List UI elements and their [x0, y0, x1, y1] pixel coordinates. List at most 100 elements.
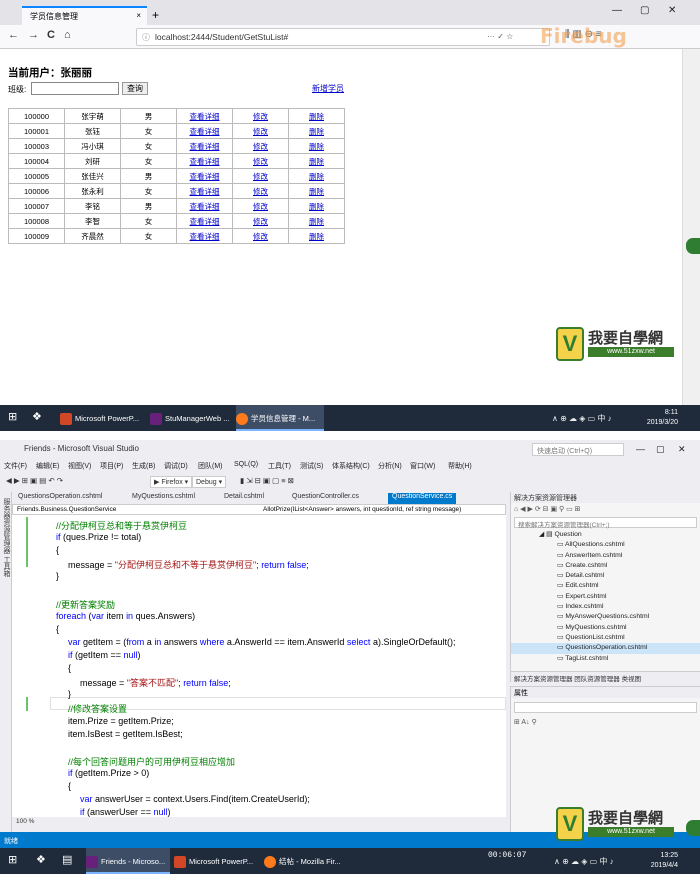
solution-search-input[interactable]: 搜索解决方案资源管理器(Ctrl+;): [514, 517, 697, 529]
menu-item[interactable]: 生成(B): [132, 461, 155, 471]
menu-item[interactable]: 视图(V): [68, 461, 91, 471]
close-tab-icon[interactable]: ×: [136, 11, 141, 20]
delete-link[interactable]: 删除: [309, 217, 324, 226]
system-tray-icons[interactable]: ∧ ⊕ ☁ ◈ ▭ 中 ♪: [554, 856, 614, 867]
taskbar-app-firefox[interactable]: 结帖 - Mozilla Fir...: [264, 848, 350, 874]
run-browser-select[interactable]: ▶ Firefox ▾: [150, 476, 193, 488]
clock[interactable]: 8:11 2019/3/20: [647, 408, 678, 428]
clock[interactable]: 13:25 2019/4/4: [651, 851, 678, 871]
info-icon[interactable]: ⓘ: [142, 32, 150, 43]
doc-tab[interactable]: QuestionsOperation.cshtml: [18, 493, 102, 500]
tree-file[interactable]: ▭ MyQuestions.cshtml: [511, 623, 700, 633]
delete-link[interactable]: 删除: [309, 172, 324, 181]
quick-launch-input[interactable]: 快速启动 (Ctrl+Q): [532, 443, 624, 456]
task-view-icon[interactable]: ❖: [32, 405, 42, 431]
menu-item[interactable]: 测试(S): [300, 461, 323, 471]
edit-link[interactable]: 修改: [253, 232, 268, 241]
menu-item[interactable]: 团队(M): [198, 461, 223, 471]
tree-file[interactable]: ▭ Index.cshtml: [511, 602, 700, 612]
menu-item[interactable]: 编辑(E): [36, 461, 59, 471]
solution-explorer-toolbar[interactable]: ⌂ ◀ ▶ ⟳ ⊟ ▣ ⚲ ▭ ⊞: [511, 503, 700, 517]
tree-folder[interactable]: ◢ ▤ Question: [511, 530, 700, 540]
delete-link[interactable]: 删除: [309, 157, 324, 166]
code-navigation-bar[interactable]: Friends.Business.QuestionService AllotPr…: [12, 504, 506, 515]
solution-bottom-tabs[interactable]: 解决方案资源管理器 团队资源管理器 类视图: [511, 671, 700, 683]
class-input[interactable]: [31, 82, 119, 95]
url-bar[interactable]: ⓘ localhost:2444/Student/GetStuList# ···…: [136, 28, 550, 46]
tree-file[interactable]: ▭ TagList.cshtml: [511, 654, 700, 664]
vs-close-icon[interactable]: ✕: [678, 444, 686, 455]
menu-item[interactable]: 调试(D): [164, 461, 188, 471]
taskbar-app-powerpoint[interactable]: Microsoft PowerP...: [60, 405, 148, 431]
taskbar-app-powerpoint[interactable]: Microsoft PowerP...: [174, 848, 260, 874]
menu-item[interactable]: SQL(Q): [234, 461, 258, 468]
toolbar-extra-icons[interactable]: ▮ ⇲ ⊟ ▣ ▢ ≡ ⊠: [240, 476, 294, 485]
edit-link[interactable]: 修改: [253, 157, 268, 166]
start-icon[interactable]: ⊞: [8, 848, 17, 874]
left-tool-tabs[interactable]: 服务器资源管理器 工具箱: [0, 492, 12, 832]
start-icon[interactable]: ⊞: [8, 405, 17, 431]
edit-link[interactable]: 修改: [253, 217, 268, 226]
view-detail-link[interactable]: 查看详细: [190, 142, 220, 151]
reload-icon[interactable]: C: [47, 29, 55, 41]
tree-file[interactable]: ▭ Expert.cshtml: [511, 592, 700, 602]
zoom-level[interactable]: 100 %: [12, 817, 506, 827]
home-icon[interactable]: ⌂: [64, 29, 71, 41]
forward-icon[interactable]: →: [28, 29, 39, 41]
new-tab-button[interactable]: +: [152, 8, 159, 22]
tree-file[interactable]: ▭ QuestionList.cshtml: [511, 633, 700, 643]
tree-file[interactable]: ▭ Create.cshtml: [511, 561, 700, 571]
edit-link[interactable]: 修改: [253, 187, 268, 196]
delete-link[interactable]: 删除: [309, 232, 324, 241]
minimize-icon[interactable]: —: [612, 5, 622, 16]
properties-toolbar[interactable]: ⊞ A↓ ⚲: [511, 717, 700, 727]
page-scrollbar[interactable]: [682, 49, 700, 405]
back-icon[interactable]: ←: [8, 29, 19, 41]
delete-link[interactable]: 删除: [309, 112, 324, 121]
menu-item[interactable]: 体系结构(C): [332, 461, 370, 471]
view-detail-link[interactable]: 查看详细: [190, 157, 220, 166]
view-detail-link[interactable]: 查看详细: [190, 232, 220, 241]
member-dropdown[interactable]: AllotPrize(IList<Answer> answers, int qu…: [263, 506, 461, 513]
doc-tab[interactable]: MyQuestions.cshtml: [132, 493, 195, 500]
menu-item[interactable]: 文件(F): [4, 461, 27, 471]
edit-link[interactable]: 修改: [253, 142, 268, 151]
tree-file[interactable]: ▭ MyAnswerQuestions.cshtml: [511, 612, 700, 622]
view-detail-link[interactable]: 查看详细: [190, 217, 220, 226]
view-detail-link[interactable]: 查看详细: [190, 127, 220, 136]
menu-item[interactable]: 项目(P): [100, 461, 123, 471]
doc-tab[interactable]: Detail.cshtml: [224, 493, 264, 500]
menu-item[interactable]: 分析(N): [378, 461, 402, 471]
doc-tab[interactable]: QuestionService.cs: [388, 493, 457, 504]
code-editor[interactable]: //分配伊柯豆总和等于悬赏伊柯豆 if (ques.Prize != total)…: [12, 515, 506, 817]
task-view-icon[interactable]: ❖: [36, 848, 46, 874]
view-detail-link[interactable]: 查看详细: [190, 202, 220, 211]
search-button[interactable]: 查询: [122, 82, 148, 95]
close-window-icon[interactable]: ✕: [668, 5, 676, 16]
delete-link[interactable]: 删除: [309, 142, 324, 151]
toolbar-nav-icons[interactable]: ◀ ▶ ⊞ ▣ ▤ ↶ ↷: [6, 476, 63, 485]
delete-link[interactable]: 删除: [309, 127, 324, 136]
view-detail-link[interactable]: 查看详细: [190, 187, 220, 196]
page-actions-icon[interactable]: ··· ✓ ☆: [487, 32, 513, 41]
taskbar-app-firefox[interactable]: 学员信息管理 - M...: [236, 405, 324, 431]
file-explorer-icon[interactable]: ▤: [62, 848, 72, 874]
edit-link[interactable]: 修改: [253, 127, 268, 136]
tree-file[interactable]: ▭ Detail.cshtml: [511, 571, 700, 581]
delete-link[interactable]: 删除: [309, 187, 324, 196]
menu-item[interactable]: 帮助(H): [448, 461, 472, 471]
edit-link[interactable]: 修改: [253, 112, 268, 121]
taskbar-app-vs[interactable]: Friends - Microso...: [86, 848, 170, 874]
add-student-link[interactable]: 新增学员: [312, 83, 344, 94]
tree-file[interactable]: ▭ Edit.cshtml: [511, 581, 700, 591]
taskbar-app-vs[interactable]: StuManagerWeb ...: [150, 405, 234, 431]
view-detail-link[interactable]: 查看详细: [190, 172, 220, 181]
vs-minimize-icon[interactable]: —: [636, 444, 645, 454]
tree-file[interactable]: ▭ AnswerItem.cshtml: [511, 551, 700, 561]
edit-link[interactable]: 修改: [253, 172, 268, 181]
delete-link[interactable]: 删除: [309, 202, 324, 211]
class-dropdown[interactable]: Friends.Business.QuestionService: [17, 506, 116, 513]
tree-file[interactable]: ▭ QuestionsOperation.cshtml: [511, 643, 700, 654]
system-tray-icons[interactable]: ∧ ⊕ ☁ ◈ ▭ 中 ♪: [552, 413, 612, 424]
maximize-icon[interactable]: ▢: [640, 5, 649, 16]
